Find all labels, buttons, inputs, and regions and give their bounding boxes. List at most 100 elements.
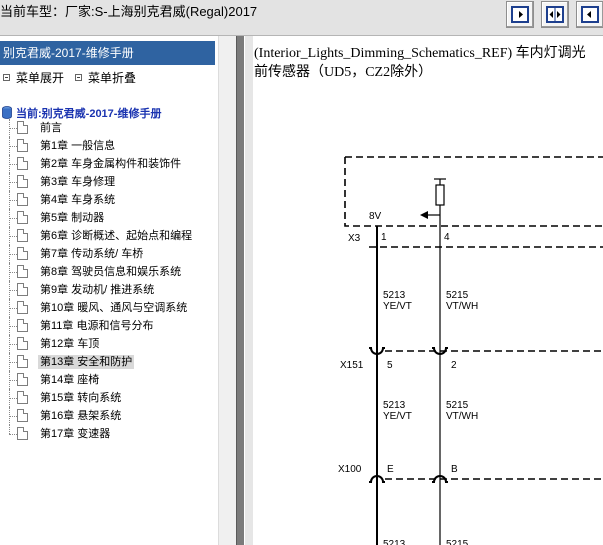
tree-item[interactable]: 第16章 悬架系统 [0, 407, 218, 425]
tree-item[interactable]: 第8章 驾驶员信息和娱乐系统 [0, 263, 218, 281]
connector-x3-label: X3 [348, 233, 361, 244]
tree-item[interactable]: 第17章 变速器 [0, 425, 218, 443]
tree-line [9, 425, 10, 434]
tree-item-label: 第17章 变速器 [40, 428, 111, 440]
tree-item-label: 第13章 安全和防护 [38, 355, 135, 369]
collapse-icon [75, 74, 82, 81]
tree-line [9, 146, 17, 147]
document-icon [17, 265, 28, 278]
tree-item-label: 第9章 发动机/ 推进系统 [40, 284, 155, 296]
tree-item-label: 前言 [40, 122, 62, 134]
tree-item[interactable]: 第9章 发动机/ 推进系统 [0, 281, 218, 299]
tree-line [9, 218, 17, 219]
vehicle-label: 当前车型：厂家:S-上海别克君威(Regal)2017 [0, 4, 258, 19]
panel-splitter[interactable] [236, 36, 244, 545]
document-icon [17, 409, 28, 422]
wire-2-color: VT/WH [446, 301, 478, 312]
tree-item-label: 第14章 座椅 [40, 374, 100, 386]
sidebar-scrollbar[interactable] [218, 36, 236, 545]
wire-3-color: YE/VT [383, 411, 412, 422]
document-icon [17, 193, 28, 206]
document-icon [17, 337, 28, 350]
tree-line [9, 308, 17, 309]
document-icon [17, 139, 28, 152]
tree-line [9, 416, 17, 417]
tree-line [9, 236, 17, 237]
tree-line [9, 362, 17, 363]
panel-split-icon [546, 6, 564, 23]
tree-item[interactable]: 第15章 转向系统 [0, 389, 218, 407]
connector-x3-pin-1: 1 [381, 232, 387, 243]
tree-item[interactable]: 第13章 安全和防护 [0, 353, 218, 371]
tree-item[interactable]: 第5章 制动器 [0, 209, 218, 227]
tree-line [9, 254, 17, 255]
tree-item[interactable]: 第4章 车身系统 [0, 191, 218, 209]
tree-item[interactable]: 第2章 车身金属构件和装饰件 [0, 155, 218, 173]
show-right-panel-button[interactable] [576, 1, 603, 28]
document-icon [17, 283, 28, 296]
tree-line [9, 164, 17, 165]
tree-line [9, 128, 17, 129]
tree-item[interactable]: 前言 [0, 119, 218, 137]
tree-line [9, 326, 17, 327]
document-icon [17, 211, 28, 224]
wire-4-circuit: 5215 [446, 400, 469, 411]
wiring-schematic: 8V X3 1 4 5213 YE/VT 5215 VT/WH X151 5 2… [338, 156, 603, 545]
tree-line [9, 380, 17, 381]
tree-item-label: 第1章 一般信息 [40, 140, 116, 152]
tree-item[interactable]: 第7章 传动系统/ 车桥 [0, 245, 218, 263]
menu-collapse-button[interactable]: 菜单折叠 [75, 69, 136, 86]
tree-item[interactable]: 第1章 一般信息 [0, 137, 218, 155]
tree-item-label: 第16章 悬架系统 [40, 410, 122, 422]
tree-item-label: 第15章 转向系统 [40, 392, 122, 404]
wire-4-color: VT/WH [446, 411, 478, 422]
panel-left-icon [511, 6, 529, 23]
document-icon [17, 175, 28, 188]
tree-item[interactable]: 第12章 车顶 [0, 335, 218, 353]
connector-x100-pin-e: E [387, 464, 394, 475]
top-toolbar: 当前车型：厂家:S-上海别克君威(Regal)2017 [0, 0, 603, 36]
wire-3-circuit: 5213 [383, 400, 406, 411]
voltage-label: 8V [369, 211, 382, 222]
panel-right-icon [581, 6, 599, 23]
tree-item-label: 第8章 驾驶员信息和娱乐系统 [40, 266, 182, 278]
show-left-panel-button[interactable] [506, 1, 534, 28]
wire-1-circuit: 5213 [383, 290, 406, 301]
tree-item-label: 第6章 诊断概述、起始点和编程 [40, 230, 193, 242]
connector-x151-pin-5: 5 [387, 360, 393, 371]
wire-2-circuit: 5215 [446, 290, 469, 301]
document-icon [17, 121, 28, 134]
menu-expand-button[interactable]: 菜单展开 [3, 69, 64, 86]
wire-6-circuit: 5215 [446, 539, 469, 545]
sidebar-title: 别克君威-2017-维修手册 [0, 41, 215, 65]
tree-item[interactable]: 第10章 暖风、通风与空调系统 [0, 299, 218, 317]
tree-item-label: 第3章 车身修理 [40, 176, 116, 188]
database-icon [2, 106, 12, 119]
connector-x151-pin-2: 2 [451, 360, 457, 371]
tree-item-label: 第7章 传动系统/ 车桥 [40, 248, 144, 260]
document-icon [17, 247, 28, 260]
tree-item[interactable]: 第14章 座椅 [0, 371, 218, 389]
connector-x3-pin-4: 4 [444, 232, 450, 243]
document-icon [17, 355, 28, 368]
tree-line [9, 272, 17, 273]
document-icon [17, 373, 28, 386]
connector-x151-label: X151 [340, 360, 364, 371]
tree-line [9, 182, 17, 183]
document-icon [17, 301, 28, 314]
tree-line [9, 200, 17, 201]
manual-content: (Interior_Lights_Dimming_Schematics_REF)… [245, 36, 603, 545]
document-icon [17, 157, 28, 170]
tree-item-label: 第11章 电源和信号分布 [40, 320, 154, 332]
tree-item[interactable]: 第6章 诊断概述、起始点和编程 [0, 227, 218, 245]
document-icon [17, 319, 28, 332]
document-icon [17, 229, 28, 242]
document-icon [17, 427, 28, 440]
tree-item-label: 第4章 车身系统 [40, 194, 116, 206]
tree-item[interactable]: 第3章 车身修理 [0, 173, 218, 191]
document-icon [17, 391, 28, 404]
split-panel-button[interactable] [541, 1, 569, 28]
tree-line [9, 434, 17, 435]
tree-item-label: 第2章 车身金属构件和装饰件 [40, 158, 182, 170]
tree-item[interactable]: 第11章 电源和信号分布 [0, 317, 218, 335]
